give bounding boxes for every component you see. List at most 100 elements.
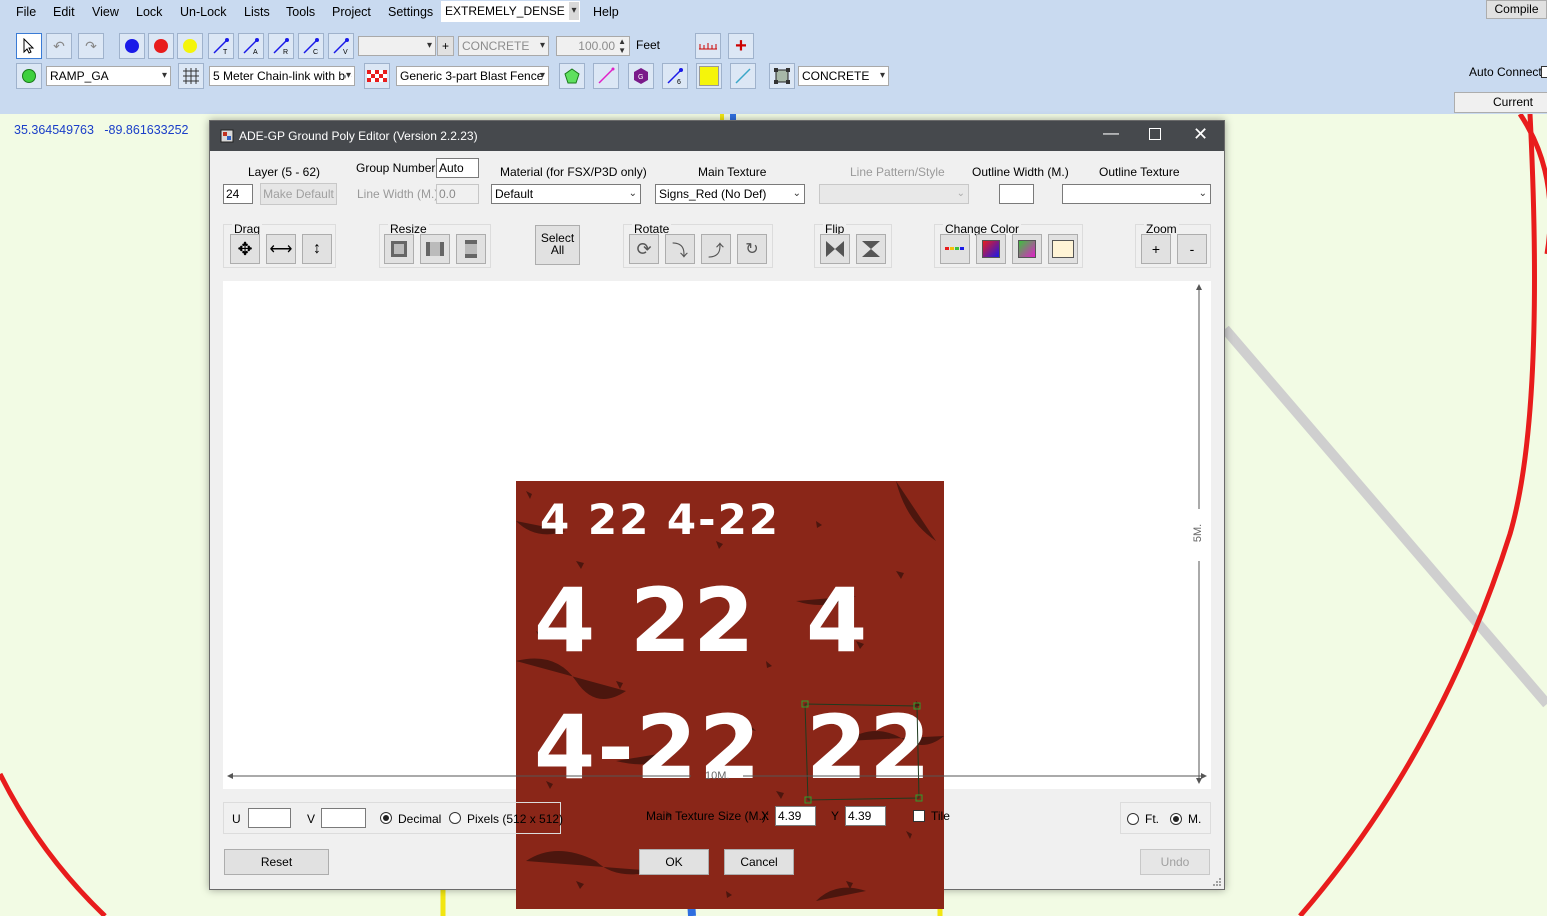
add-button[interactable]: + [437, 36, 454, 56]
parking-type-select[interactable]: RAMP_GA ▾ [46, 66, 171, 86]
color-reset-button[interactable] [1048, 234, 1078, 264]
drag-horizontal-button[interactable]: ⟷ [266, 234, 296, 264]
rotate-free-button[interactable]: ⟳ [629, 234, 659, 264]
material-select[interactable]: CONCRETE ▾ [458, 36, 549, 56]
minimize-icon[interactable]: — [1103, 125, 1119, 143]
ok-button[interactable]: OK [639, 849, 709, 875]
tile-checkbox[interactable] [913, 810, 925, 822]
make-default-button[interactable]: Make Default [260, 183, 337, 205]
material-select[interactable]: Default ⌄ [491, 184, 641, 204]
red-point-button[interactable] [148, 33, 174, 59]
dialog-titlebar[interactable]: ADE-GP Ground Poly Editor (Version 2.2.2… [210, 121, 1224, 151]
meters-radio[interactable] [1170, 813, 1182, 825]
surface-select[interactable]: CONCRETE ▾ [798, 66, 889, 86]
latitude: 35.364549763 [14, 123, 94, 137]
cyan-line-button[interactable] [730, 63, 756, 89]
rotate-half-icon: ↻ [745, 241, 759, 258]
texture-size-x-input[interactable]: 4.39 [775, 806, 816, 826]
resize-horizontal-button[interactable] [420, 234, 450, 264]
flip-vertical-button[interactable] [856, 234, 886, 264]
taxiway-line-button[interactable]: T [208, 33, 234, 59]
fence-button[interactable] [178, 63, 204, 89]
menu-lists[interactable]: Lists [244, 5, 270, 19]
u-input[interactable] [248, 808, 291, 828]
drag-vertical-button[interactable]: ↕ [302, 234, 332, 264]
color-outline-button[interactable] [1012, 234, 1042, 264]
line-6-button[interactable]: 6 [662, 63, 688, 89]
cursor-arrow-icon [23, 38, 35, 54]
chevron-down-icon: ▾ [539, 40, 545, 51]
decimal-radio[interactable] [380, 812, 392, 824]
rotate-180-button[interactable]: ↻ [737, 234, 767, 264]
drag-all-button[interactable]: ✥ [230, 234, 260, 264]
add-marker-button[interactable]: + [728, 33, 754, 59]
fence-select[interactable]: 5 Meter Chain-link with be ▾ [209, 66, 355, 86]
menu-help[interactable]: Help [593, 5, 619, 19]
pixels-radio[interactable] [449, 812, 461, 824]
flip-horizontal-button[interactable] [820, 234, 850, 264]
menu-settings[interactable]: Settings [388, 5, 433, 19]
color-fill-button[interactable] [976, 234, 1006, 264]
yellow-fill-button[interactable] [696, 63, 722, 89]
current-button[interactable]: Current [1454, 92, 1547, 113]
line-pattern-select[interactable]: ⌄ [819, 184, 969, 204]
start-location-button[interactable] [16, 63, 42, 89]
undo-button[interactable]: ↶ [46, 33, 72, 59]
width-spinner[interactable]: 100.00 ▲ ▼ [556, 36, 630, 56]
yellow-point-button[interactable] [177, 33, 203, 59]
undo-button[interactable]: Undo [1140, 849, 1210, 875]
compile-button[interactable]: Compile [1486, 0, 1547, 19]
feet-radio[interactable] [1127, 813, 1139, 825]
svg-text:R: R [283, 49, 288, 55]
redo-button[interactable]: ↷ [78, 33, 104, 59]
group-number-input[interactable]: Auto [436, 158, 479, 178]
magenta-line-button[interactable] [593, 63, 619, 89]
resize-vertical-button[interactable] [456, 234, 486, 264]
resize-all-button[interactable] [384, 234, 414, 264]
apron-line-button[interactable]: A [238, 33, 264, 59]
blast-fence-button[interactable] [364, 63, 390, 89]
closed-line-button[interactable]: C [298, 33, 324, 59]
reset-button[interactable]: Reset [224, 849, 329, 875]
outline-texture-select[interactable]: ⌄ [1062, 184, 1211, 204]
density-select[interactable]: EXTREMELY_DENSE ▾ [441, 1, 580, 22]
apron-poly-button[interactable] [769, 63, 795, 89]
rotate-right-button[interactable]: ⤵ [665, 234, 695, 264]
line-width-input[interactable]: 0.0 [436, 184, 479, 204]
menu-edit[interactable]: Edit [53, 5, 75, 19]
menu-project[interactable]: Project [332, 5, 371, 19]
measure-button[interactable] [695, 33, 721, 59]
zoom-out-button[interactable]: - [1177, 234, 1207, 264]
auto-connect-checkbox[interactable] [1541, 66, 1547, 78]
menu-tools[interactable]: Tools [286, 5, 315, 19]
rotate-left-button[interactable]: ⤴ [701, 234, 731, 264]
select-all-button[interactable]: Select All [535, 225, 580, 265]
select-tool-button[interactable] [16, 33, 42, 59]
menu-unlock[interactable]: Un-Lock [180, 5, 227, 19]
runway-line-button[interactable]: R [268, 33, 294, 59]
menu-lock[interactable]: Lock [136, 5, 162, 19]
toolbar-area: ↶ ↷ T A R C V ▾ + CONCRETE ▾ 100.00 ▲ ▼ Fee… [0, 24, 1547, 114]
close-icon[interactable]: ✕ [1193, 124, 1208, 145]
select-all-label-2: All [550, 243, 565, 257]
style-select[interactable]: ▾ [358, 36, 436, 56]
texture-preview-canvas[interactable]: 4 22 4-22 4 22 4 4-22 22 5M. 10M. [223, 281, 1211, 909]
blast-fence-select[interactable]: Generic 3-part Blast Fence ▾ [396, 66, 549, 86]
ground-poly-button[interactable]: G [628, 63, 654, 89]
layer-input[interactable]: 24 [223, 184, 253, 204]
color-line-button[interactable] [940, 234, 970, 264]
v-input[interactable] [321, 808, 366, 828]
maximize-icon[interactable] [1149, 128, 1161, 140]
x-label: X [761, 809, 770, 823]
zoom-in-button[interactable]: + [1141, 234, 1171, 264]
texture-size-y-input[interactable]: 4.39 [845, 806, 886, 826]
polygon-button[interactable] [559, 63, 585, 89]
outline-width-input[interactable] [999, 184, 1034, 204]
resize-grip-icon[interactable] [1212, 877, 1222, 887]
vehicle-line-button[interactable]: V [328, 33, 354, 59]
main-texture-select[interactable]: Signs_Red (No Def) ⌄ [655, 184, 805, 204]
menu-file[interactable]: File [16, 5, 36, 19]
menu-view[interactable]: View [92, 5, 119, 19]
cancel-button[interactable]: Cancel [724, 849, 794, 875]
blue-point-button[interactable] [119, 33, 145, 59]
